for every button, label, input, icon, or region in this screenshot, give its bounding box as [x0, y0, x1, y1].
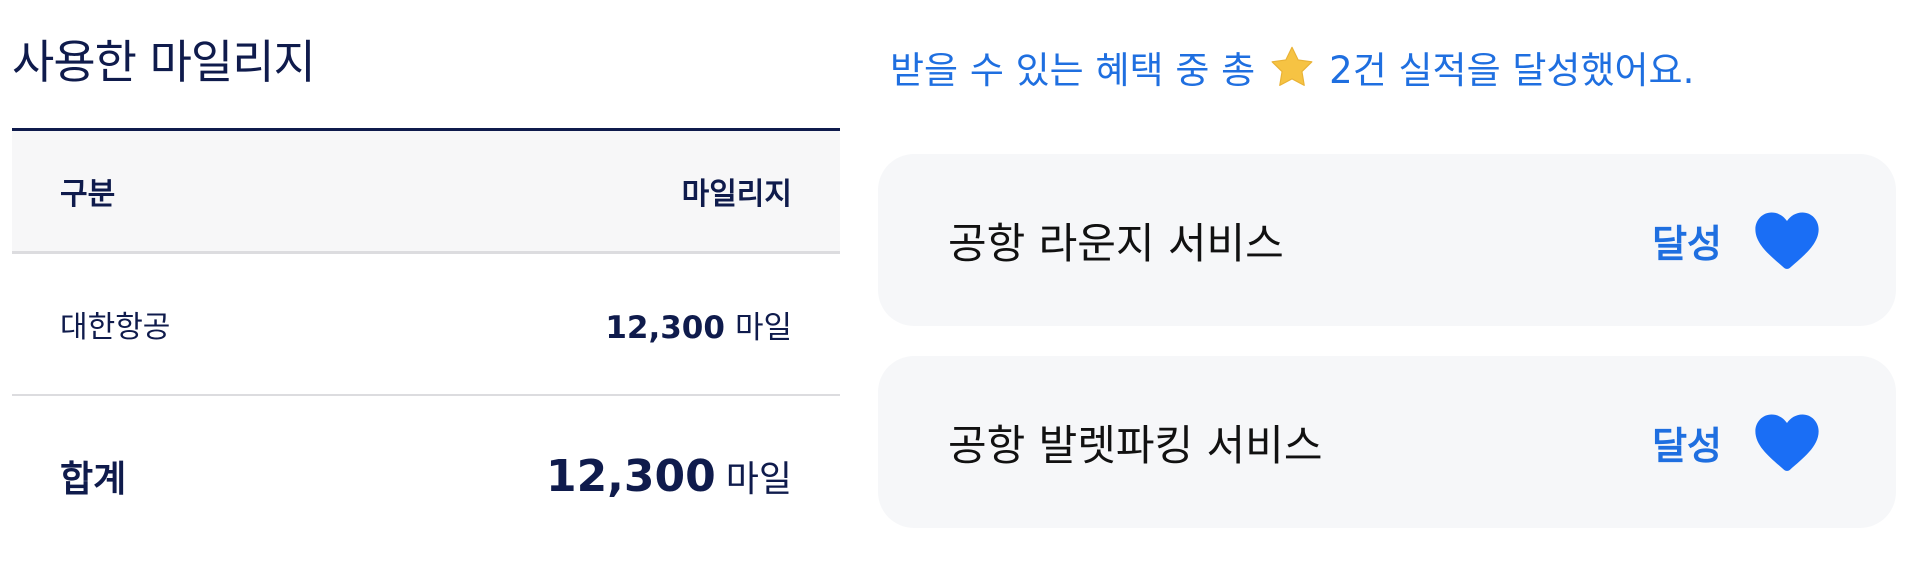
status-label: 달성	[1652, 423, 1722, 468]
benefit-status: 달성	[1652, 211, 1820, 269]
table-header: 구분 마일리지	[12, 128, 840, 254]
row-value: 12,300 마일	[605, 302, 792, 347]
column-header-mileage: 마일리지	[681, 177, 792, 212]
table-row: 대한항공 12,300 마일	[12, 254, 840, 396]
star-icon	[1269, 45, 1315, 89]
star-icon-svg	[1271, 46, 1313, 86]
benefit-status: 달성	[1652, 413, 1820, 471]
benefits-summary: 받을 수 있는 혜택 중 총 2건 실적을 달성했어요.	[890, 40, 1694, 94]
heart-icon	[1755, 212, 1819, 269]
row-amount: 12,300	[605, 309, 725, 346]
benefit-title: 공항 발렛파킹 서비스	[948, 420, 1323, 470]
heart-icon	[1755, 414, 1819, 471]
total-amount: 12,300	[545, 451, 716, 502]
benefit-title: 공항 라운지 서비스	[948, 218, 1284, 268]
total-value: 12,300 마일	[546, 450, 792, 502]
row-unit: 마일	[734, 309, 792, 346]
status-label: 달성	[1652, 221, 1722, 266]
summary-suffix: 2건 실적을 달성했어요.	[1329, 49, 1695, 92]
column-header-category: 구분	[60, 177, 116, 212]
mileage-table: 구분 마일리지 대한항공 12,300 마일 합계 12,300 마일	[12, 128, 840, 556]
benefit-card[interactable]: 공항 라운지 서비스 달성	[878, 154, 1896, 326]
section-title: 사용한 마일리지	[12, 35, 316, 89]
benefit-card[interactable]: 공항 발렛파킹 서비스 달성	[878, 356, 1896, 528]
row-label: 대한항공	[60, 310, 171, 345]
summary-prefix: 받을 수 있는 혜택 중 총	[890, 49, 1256, 92]
total-unit: 마일	[725, 459, 792, 500]
total-label: 합계	[60, 459, 127, 500]
total-row: 합계 12,300 마일	[12, 396, 840, 556]
